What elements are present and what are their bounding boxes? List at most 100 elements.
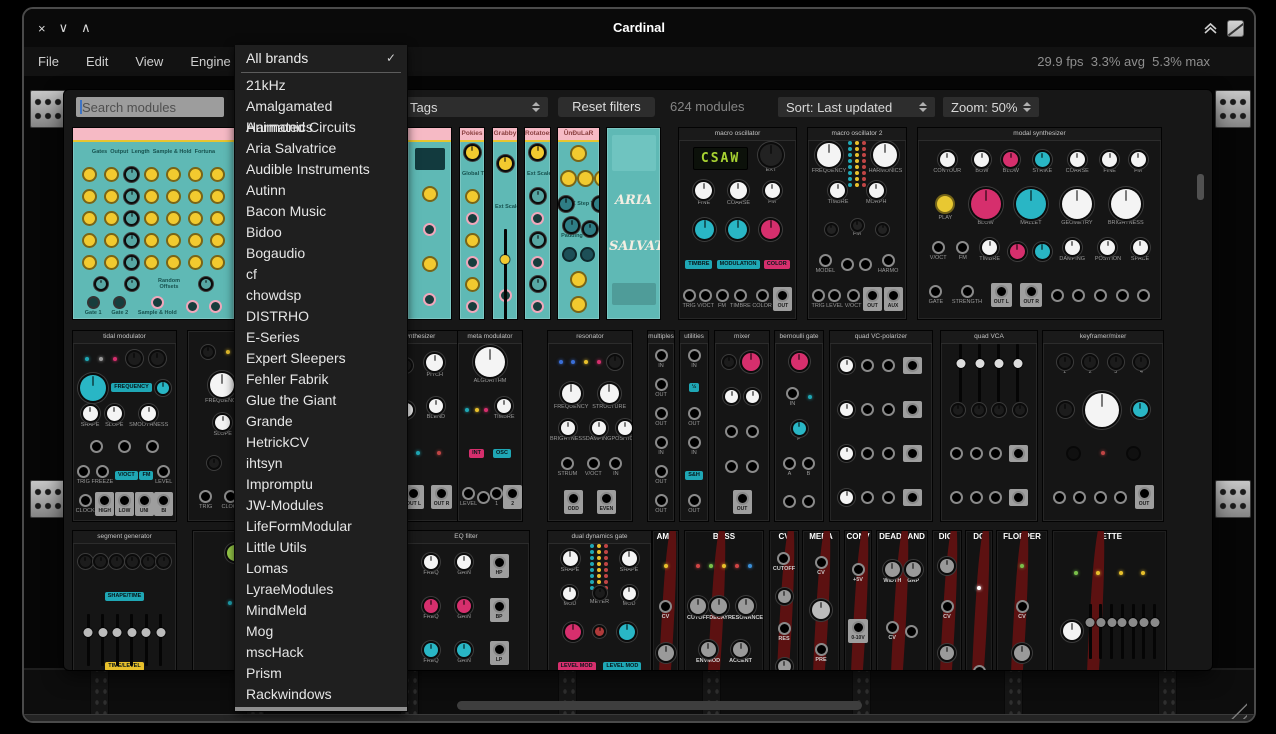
- jack[interactable]: [655, 465, 668, 478]
- button[interactable]: [465, 189, 480, 204]
- knob[interactable]: [623, 587, 636, 600]
- knob[interactable]: [426, 354, 443, 371]
- jack-pad[interactable]: AUX: [884, 287, 903, 311]
- jack[interactable]: [113, 296, 126, 309]
- knob[interactable]: [1111, 189, 1141, 219]
- jack[interactable]: [688, 407, 701, 420]
- rack-horizontal-scrollbar[interactable]: [457, 701, 862, 710]
- module-amp[interactable]: AMPCVIN: [652, 530, 679, 670]
- knob[interactable]: [738, 598, 754, 614]
- jack[interactable]: [882, 359, 895, 372]
- button[interactable]: [188, 189, 203, 204]
- button[interactable]: [166, 189, 181, 204]
- jack-pad[interactable]: [903, 489, 922, 506]
- jack[interactable]: [861, 491, 874, 504]
- knob[interactable]: [695, 182, 712, 199]
- jack[interactable]: [1094, 289, 1107, 302]
- knob[interactable]: [565, 624, 581, 640]
- button[interactable]: [104, 189, 119, 204]
- jack[interactable]: [786, 387, 799, 400]
- jack[interactable]: [699, 289, 712, 302]
- slider[interactable]: [1016, 344, 1019, 402]
- knob[interactable]: [1100, 240, 1115, 255]
- jack[interactable]: [423, 293, 436, 306]
- jack[interactable]: [151, 296, 164, 309]
- jack[interactable]: [209, 300, 222, 313]
- brand-menu-item[interactable]: Bogaudio: [235, 243, 407, 264]
- jack-pad[interactable]: HP: [490, 554, 509, 578]
- jack[interactable]: [882, 491, 895, 504]
- knob[interactable]: [201, 279, 211, 289]
- knob[interactable]: [424, 555, 438, 569]
- button[interactable]: [144, 211, 159, 226]
- button[interactable]: [422, 256, 438, 272]
- knob[interactable]: [778, 590, 791, 603]
- button[interactable]: [82, 211, 97, 226]
- button[interactable]: [144, 167, 159, 182]
- knob[interactable]: [203, 347, 213, 357]
- jack-pad[interactable]: OUT R: [431, 485, 453, 509]
- brand-menu-item[interactable]: Expert Sleepers: [235, 348, 407, 369]
- jack[interactable]: [734, 289, 747, 302]
- jack[interactable]: [929, 285, 942, 298]
- button[interactable]: [82, 233, 97, 248]
- knob[interactable]: [141, 406, 156, 421]
- jack-pad[interactable]: OUT: [773, 287, 792, 311]
- title-bar[interactable]: × ∨ ∧ Cardinal: [24, 9, 1254, 47]
- jack-pad[interactable]: OUT L: [991, 283, 1012, 307]
- menu-view[interactable]: View: [135, 54, 163, 69]
- brand-menu-item[interactable]: Prism: [235, 663, 407, 684]
- knob[interactable]: [158, 556, 169, 567]
- jack[interactable]: [841, 258, 854, 271]
- jack[interactable]: [989, 491, 1002, 504]
- brand-menu-item[interactable]: Mog: [235, 621, 407, 642]
- knob[interactable]: [424, 643, 438, 657]
- jack-pad[interactable]: ODD: [564, 490, 583, 514]
- module-macro-oscillator-2[interactable]: macro oscillator 2FREQUENCYHARMONICSTIMB…: [807, 127, 907, 320]
- knob[interactable]: [742, 353, 760, 371]
- sort-select[interactable]: Sort: Last updated: [778, 97, 935, 117]
- jack[interactable]: [423, 223, 436, 236]
- window-scrollbar-gutter[interactable]: [24, 714, 1254, 723]
- knob[interactable]: [791, 353, 808, 370]
- knob[interactable]: [457, 555, 471, 569]
- knob[interactable]: [457, 599, 471, 613]
- jack[interactable]: [859, 258, 872, 271]
- jack[interactable]: [655, 349, 668, 362]
- jack[interactable]: [746, 460, 759, 473]
- button[interactable]: [210, 255, 225, 270]
- button[interactable]: [570, 296, 587, 313]
- module-rotatoes[interactable]: RotatoesExt Scale: [524, 127, 551, 320]
- knob[interactable]: [1131, 152, 1146, 167]
- jack[interactable]: [466, 300, 479, 313]
- knob[interactable]: [982, 240, 997, 255]
- menu-file[interactable]: File: [38, 54, 59, 69]
- module-panel[interactable]: Gates Output Length Sample & Hold Fortun…: [72, 127, 235, 320]
- button[interactable]: [570, 145, 587, 162]
- button[interactable]: [188, 167, 203, 182]
- jack[interactable]: [531, 256, 544, 269]
- slider[interactable]: [1142, 604, 1145, 659]
- jack[interactable]: [861, 447, 874, 460]
- jack[interactable]: [655, 494, 668, 507]
- module-eq-filter[interactable]: EQ filterFREQGAINHPFREQGAINBPFREQGAINLPH…: [402, 530, 530, 670]
- jack[interactable]: [561, 457, 574, 470]
- knob[interactable]: [1110, 356, 1122, 368]
- button[interactable]: [210, 233, 225, 248]
- module-conv[interactable]: CONV+5V0-10V0-10V: [844, 530, 872, 670]
- knob[interactable]: [565, 219, 578, 232]
- knob[interactable]: [560, 198, 572, 210]
- jack[interactable]: [683, 289, 696, 302]
- slider[interactable]: [101, 614, 104, 666]
- module-macro-oscillator[interactable]: macro oscillatorCSAWEXTFINECOARSEFMTIMBR…: [678, 127, 797, 320]
- brand-menu-item[interactable]: Impromptu: [235, 474, 407, 495]
- zoom-select[interactable]: Zoom: 50%: [943, 97, 1039, 117]
- module-bass[interactable]: BASSCUTOFFDECAYRESONANCEENVMODACCENTACCE…: [684, 530, 764, 670]
- jack-pad[interactable]: LP: [490, 641, 509, 665]
- button[interactable]: [188, 233, 203, 248]
- slider[interactable]: [959, 344, 962, 402]
- jack[interactable]: [688, 494, 701, 507]
- button[interactable]: [166, 233, 181, 248]
- knob[interactable]: [1062, 189, 1092, 219]
- knob[interactable]: [210, 373, 234, 397]
